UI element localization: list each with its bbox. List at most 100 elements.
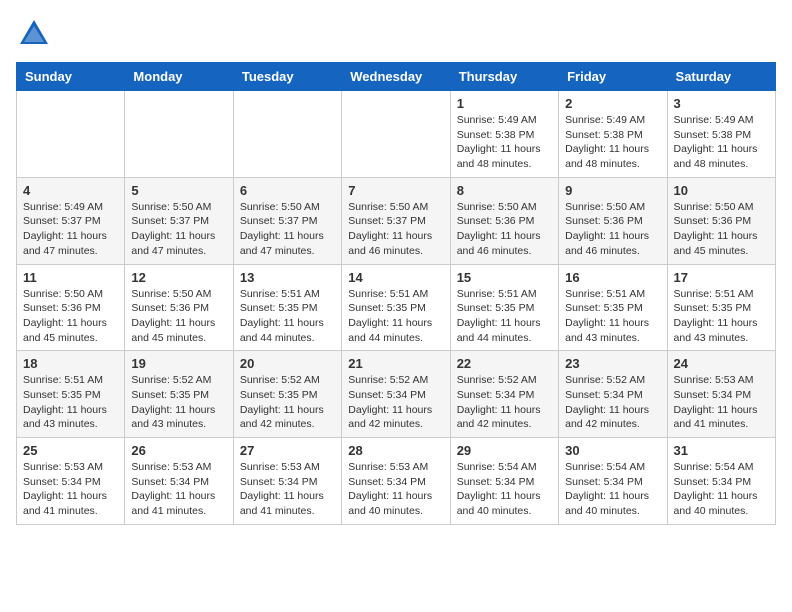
day-info: Sunrise: 5:50 AM Sunset: 5:36 PM Dayligh… (457, 200, 552, 259)
day-info: Sunrise: 5:51 AM Sunset: 5:35 PM Dayligh… (565, 287, 660, 346)
day-cell: 6Sunrise: 5:50 AM Sunset: 5:37 PM Daylig… (233, 177, 341, 264)
weekday-header-tuesday: Tuesday (233, 63, 341, 91)
week-row-1: 1 Sunrise: 5:49 AM Sunset: 5:38 PM Daylig… (17, 91, 776, 178)
week-row-4: 18 Sunrise: 5:51 AM Sunset: 5:35 PM Dayli… (17, 351, 776, 438)
day-number: 8 (457, 183, 552, 198)
day-cell: 13 Sunrise: 5:51 AM Sunset: 5:35 PM Dayli… (233, 264, 341, 351)
weekday-header-wednesday: Wednesday (342, 63, 450, 91)
day-cell: 23 Sunrise: 5:52 AM Sunset: 5:34 PM Dayli… (559, 351, 667, 438)
day-number: 19 (131, 356, 226, 371)
day-info: Sunrise: 5:50 AM Sunset: 5:36 PM Dayligh… (565, 200, 660, 259)
day-info: Sunrise: 5:52 AM Sunset: 5:34 PM Dayligh… (565, 373, 660, 432)
day-cell: 22Sunrise: 5:52 AM Sunset: 5:34 PM Dayli… (450, 351, 558, 438)
day-number: 13 (240, 270, 335, 285)
logo (16, 16, 58, 52)
day-number: 29 (457, 443, 552, 458)
day-number: 4 (23, 183, 118, 198)
day-info: Sunrise: 5:51 AM Sunset: 5:35 PM Dayligh… (674, 287, 769, 346)
day-cell: 25Sunrise: 5:53 AM Sunset: 5:34 PM Dayli… (17, 438, 125, 525)
day-number: 21 (348, 356, 443, 371)
day-cell: 2 Sunrise: 5:49 AM Sunset: 5:38 PM Daylig… (559, 91, 667, 178)
day-info: Sunrise: 5:50 AM Sunset: 5:36 PM Dayligh… (131, 287, 226, 346)
day-info: Sunrise: 5:54 AM Sunset: 5:34 PM Dayligh… (457, 460, 552, 519)
day-number: 15 (457, 270, 552, 285)
day-cell: 20 Sunrise: 5:52 AM Sunset: 5:35 PM Dayli… (233, 351, 341, 438)
day-number: 11 (23, 270, 118, 285)
day-number: 30 (565, 443, 660, 458)
day-info: Sunrise: 5:54 AM Sunset: 5:34 PM Dayligh… (565, 460, 660, 519)
week-row-5: 25Sunrise: 5:53 AM Sunset: 5:34 PM Dayli… (17, 438, 776, 525)
day-info: Sunrise: 5:49 AM Sunset: 5:37 PM Dayligh… (23, 200, 118, 259)
day-info: Sunrise: 5:51 AM Sunset: 5:35 PM Dayligh… (240, 287, 335, 346)
day-number: 26 (131, 443, 226, 458)
day-info: Sunrise: 5:50 AM Sunset: 5:36 PM Dayligh… (674, 200, 769, 259)
day-cell: 9 Sunrise: 5:50 AM Sunset: 5:36 PM Daylig… (559, 177, 667, 264)
day-number: 9 (565, 183, 660, 198)
day-cell: 24 Sunrise: 5:53 AM Sunset: 5:34 PM Dayli… (667, 351, 775, 438)
day-info: Sunrise: 5:52 AM Sunset: 5:34 PM Dayligh… (348, 373, 443, 432)
day-cell: 19 Sunrise: 5:52 AM Sunset: 5:35 PM Dayli… (125, 351, 233, 438)
day-number: 16 (565, 270, 660, 285)
day-info: Sunrise: 5:52 AM Sunset: 5:35 PM Dayligh… (240, 373, 335, 432)
week-row-3: 11 Sunrise: 5:50 AM Sunset: 5:36 PM Dayli… (17, 264, 776, 351)
day-cell: 27 Sunrise: 5:53 AM Sunset: 5:34 PM Dayli… (233, 438, 341, 525)
day-info: Sunrise: 5:52 AM Sunset: 5:35 PM Dayligh… (131, 373, 226, 432)
day-cell: 21 Sunrise: 5:52 AM Sunset: 5:34 PM Dayli… (342, 351, 450, 438)
day-cell: 18 Sunrise: 5:51 AM Sunset: 5:35 PM Dayli… (17, 351, 125, 438)
day-cell (125, 91, 233, 178)
day-number: 18 (23, 356, 118, 371)
day-cell: 15 Sunrise: 5:51 AM Sunset: 5:35 PM Dayli… (450, 264, 558, 351)
day-info: Sunrise: 5:53 AM Sunset: 5:34 PM Dayligh… (240, 460, 335, 519)
day-number: 24 (674, 356, 769, 371)
day-number: 5 (131, 183, 226, 198)
day-number: 6 (240, 183, 335, 198)
day-cell: 28Sunrise: 5:53 AM Sunset: 5:34 PM Dayli… (342, 438, 450, 525)
day-number: 23 (565, 356, 660, 371)
day-info: Sunrise: 5:51 AM Sunset: 5:35 PM Dayligh… (348, 287, 443, 346)
day-number: 14 (348, 270, 443, 285)
day-cell: 12 Sunrise: 5:50 AM Sunset: 5:36 PM Dayli… (125, 264, 233, 351)
day-cell: 5 Sunrise: 5:50 AM Sunset: 5:37 PM Daylig… (125, 177, 233, 264)
day-cell: 10 Sunrise: 5:50 AM Sunset: 5:36 PM Dayli… (667, 177, 775, 264)
day-info: Sunrise: 5:49 AM Sunset: 5:38 PM Dayligh… (674, 113, 769, 172)
day-info: Sunrise: 5:51 AM Sunset: 5:35 PM Dayligh… (457, 287, 552, 346)
day-number: 12 (131, 270, 226, 285)
day-number: 2 (565, 96, 660, 111)
weekday-header-friday: Friday (559, 63, 667, 91)
day-number: 17 (674, 270, 769, 285)
day-info: Sunrise: 5:50 AM Sunset: 5:36 PM Dayligh… (23, 287, 118, 346)
day-info: Sunrise: 5:50 AM Sunset: 5:37 PM Dayligh… (131, 200, 226, 259)
weekday-header-monday: Monday (125, 63, 233, 91)
day-cell: 29 Sunrise: 5:54 AM Sunset: 5:34 PM Dayli… (450, 438, 558, 525)
day-number: 1 (457, 96, 552, 111)
day-cell: 14 Sunrise: 5:51 AM Sunset: 5:35 PM Dayli… (342, 264, 450, 351)
day-cell (233, 91, 341, 178)
day-cell: 11 Sunrise: 5:50 AM Sunset: 5:36 PM Dayli… (17, 264, 125, 351)
day-cell: 4 Sunrise: 5:49 AM Sunset: 5:37 PM Daylig… (17, 177, 125, 264)
day-info: Sunrise: 5:53 AM Sunset: 5:34 PM Dayligh… (674, 373, 769, 432)
calendar-table: SundayMondayTuesdayWednesdayThursdayFrid… (16, 62, 776, 525)
day-info: Sunrise: 5:50 AM Sunset: 5:37 PM Dayligh… (348, 200, 443, 259)
day-cell: 17 Sunrise: 5:51 AM Sunset: 5:35 PM Dayli… (667, 264, 775, 351)
day-cell: 30 Sunrise: 5:54 AM Sunset: 5:34 PM Dayli… (559, 438, 667, 525)
day-number: 10 (674, 183, 769, 198)
week-row-2: 4 Sunrise: 5:49 AM Sunset: 5:37 PM Daylig… (17, 177, 776, 264)
day-info: Sunrise: 5:49 AM Sunset: 5:38 PM Dayligh… (565, 113, 660, 172)
day-cell: 8 Sunrise: 5:50 AM Sunset: 5:36 PM Daylig… (450, 177, 558, 264)
weekday-header-saturday: Saturday (667, 63, 775, 91)
day-cell (17, 91, 125, 178)
day-cell: 1Sunrise: 5:49 AM Sunset: 5:38 PM Daylig… (450, 91, 558, 178)
day-info: Sunrise: 5:51 AM Sunset: 5:35 PM Dayligh… (23, 373, 118, 432)
day-number: 31 (674, 443, 769, 458)
day-info: Sunrise: 5:52 AM Sunset: 5:34 PM Dayligh… (457, 373, 552, 432)
day-number: 28 (348, 443, 443, 458)
day-number: 27 (240, 443, 335, 458)
day-number: 20 (240, 356, 335, 371)
day-cell: 31Sunrise: 5:54 AM Sunset: 5:34 PM Dayli… (667, 438, 775, 525)
day-info: Sunrise: 5:53 AM Sunset: 5:34 PM Dayligh… (23, 460, 118, 519)
day-cell: 26Sunrise: 5:53 AM Sunset: 5:34 PM Dayli… (125, 438, 233, 525)
day-number: 7 (348, 183, 443, 198)
logo-icon (16, 16, 52, 52)
day-number: 3 (674, 96, 769, 111)
weekday-header-row: SundayMondayTuesdayWednesdayThursdayFrid… (17, 63, 776, 91)
